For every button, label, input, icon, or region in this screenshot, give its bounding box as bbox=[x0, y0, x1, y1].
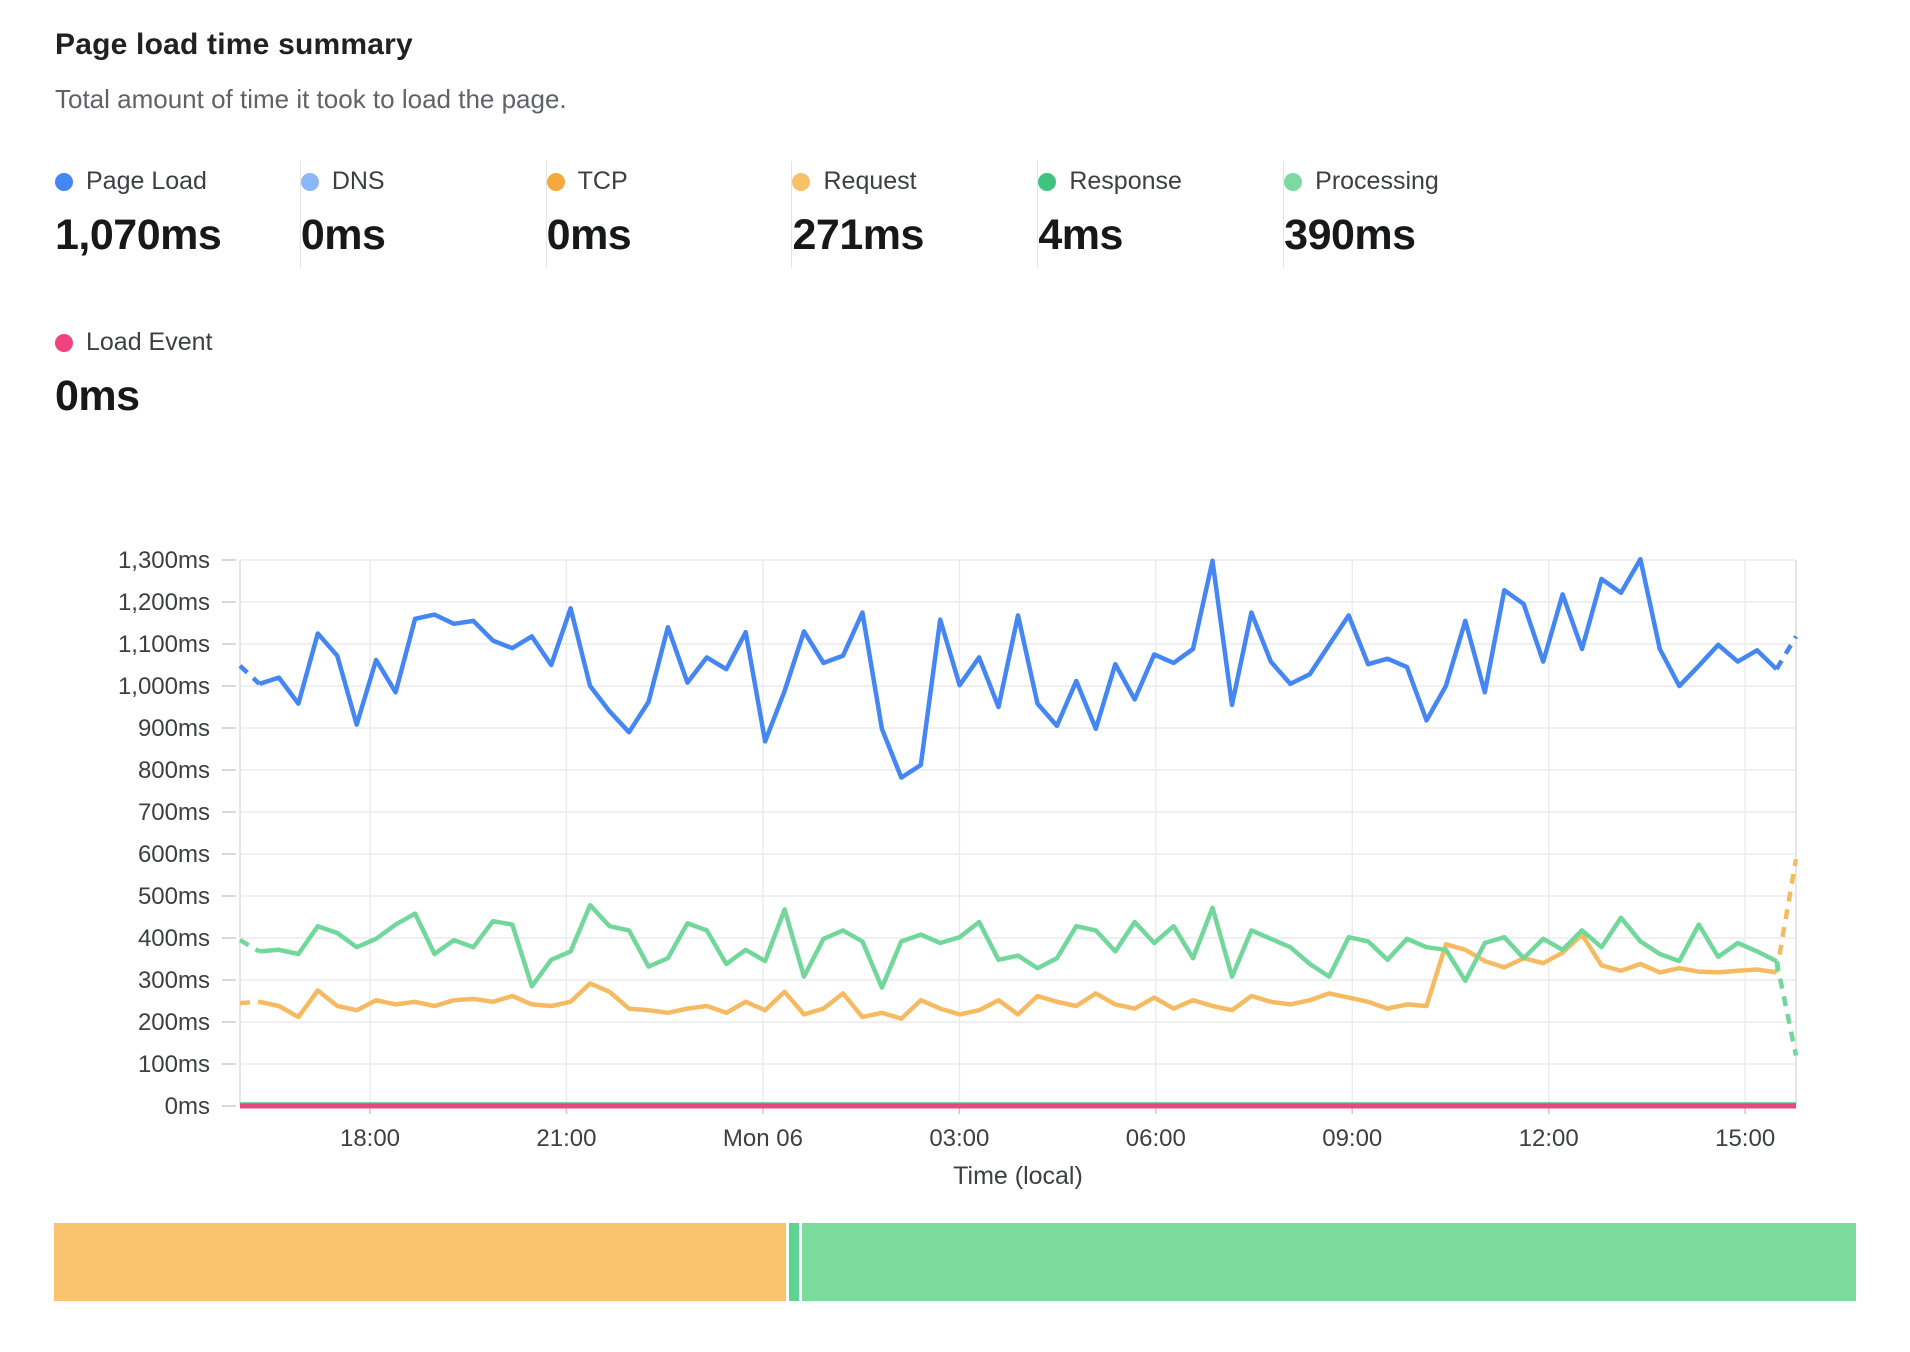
stat-tile-dns: DNS 0ms bbox=[301, 161, 547, 268]
stat-value: 4ms bbox=[1038, 211, 1283, 260]
stat-value: 0ms bbox=[301, 211, 546, 260]
stat-tile-response: Response 4ms bbox=[1038, 161, 1284, 268]
status-timeline-bar[interactable] bbox=[54, 1223, 1856, 1301]
legend-row: DNS bbox=[301, 167, 546, 196]
x-axis-tick-label: 21:00 bbox=[536, 1125, 596, 1152]
legend-row: Page Load bbox=[55, 167, 300, 196]
processing-legend-dot-icon bbox=[1284, 173, 1302, 191]
load-event-legend-dot-icon bbox=[55, 334, 73, 352]
bar-segment-warning-period[interactable] bbox=[54, 1223, 786, 1301]
stat-label: Page Load bbox=[86, 167, 207, 196]
y-axis-tick-label: 700ms bbox=[138, 799, 210, 826]
stat-label: Processing bbox=[1315, 167, 1439, 196]
stat-label: TCP bbox=[578, 167, 628, 196]
stat-tile-load-event: Load Event 0ms bbox=[55, 322, 1910, 429]
page-subtitle: Total amount of time it took to load the… bbox=[55, 84, 1855, 115]
y-axis-tick-label: 900ms bbox=[138, 715, 210, 742]
page-load-legend-dot-icon bbox=[55, 173, 73, 191]
dns-legend-dot-icon bbox=[301, 173, 319, 191]
y-axis-tick-label: 1,200ms bbox=[118, 589, 210, 616]
stat-label: DNS bbox=[332, 167, 385, 196]
y-axis-tick-label: 600ms bbox=[138, 841, 210, 868]
processing-line-dashed-start bbox=[240, 940, 259, 951]
y-axis-tick-label: 200ms bbox=[138, 1009, 210, 1036]
legend-row: Request bbox=[792, 167, 1037, 196]
page-load-line-dashed-start bbox=[240, 666, 259, 684]
request-line-dashed-start bbox=[240, 1002, 259, 1003]
y-axis-tick-label: 1,300ms bbox=[118, 547, 210, 574]
request-line-dashed-end bbox=[1777, 859, 1797, 972]
stats-row2: Load Event 0ms bbox=[55, 322, 1910, 429]
bar-segment-ok-sliver[interactable] bbox=[789, 1223, 799, 1301]
x-axis-tick-label: 09:00 bbox=[1322, 1125, 1382, 1152]
chart-section: 0ms 100ms 200ms 300ms 400ms 500ms 600ms 700ms 80… bbox=[0, 533, 1910, 1203]
stat-tile-request: Request 271ms bbox=[792, 161, 1038, 268]
legend-row: Processing bbox=[1284, 167, 1530, 196]
bar-segment-ok-period[interactable] bbox=[802, 1223, 1856, 1301]
response-legend-dot-icon bbox=[1038, 173, 1056, 191]
y-axis-tick-label: 0ms bbox=[165, 1093, 210, 1120]
page-load-line-dashed-end bbox=[1777, 636, 1797, 669]
stat-tile-page-load: Page Load 1,070ms bbox=[55, 161, 301, 268]
processing-line-dashed-end bbox=[1777, 961, 1797, 1056]
stat-value: 0ms bbox=[547, 211, 792, 260]
y-axis-tick-label: 800ms bbox=[138, 757, 210, 784]
x-axis-tick-label: 06:00 bbox=[1126, 1125, 1186, 1152]
stat-label: Response bbox=[1069, 167, 1182, 196]
legend-row: Load Event bbox=[55, 328, 1910, 357]
x-axis-tick-label: 03:00 bbox=[929, 1125, 989, 1152]
x-axis-tick-label: Mon 06 bbox=[723, 1125, 803, 1152]
x-axis-tick-label: 12:00 bbox=[1519, 1125, 1579, 1152]
y-axis-tick-label: 1,100ms bbox=[118, 631, 210, 658]
x-axis-title: Time (local) bbox=[953, 1162, 1083, 1190]
stat-tile-processing: Processing 390ms bbox=[1284, 161, 1530, 268]
request-legend-dot-icon bbox=[792, 173, 810, 191]
page-title: Page load time summary bbox=[55, 28, 1855, 62]
y-axis-tick-label: 500ms bbox=[138, 883, 210, 910]
stat-label: Request bbox=[823, 167, 916, 196]
stat-value: 390ms bbox=[1284, 211, 1530, 260]
stat-value: 271ms bbox=[792, 211, 1037, 260]
stats-grid: Page Load 1,070ms DNS 0ms TCP 0ms Request 271ms… bbox=[55, 161, 1910, 268]
tcp-legend-dot-icon bbox=[547, 173, 565, 191]
stat-label: Load Event bbox=[86, 328, 213, 357]
stat-value: 0ms bbox=[55, 372, 1910, 421]
stat-value: 1,070ms bbox=[55, 211, 300, 260]
y-axis-tick-label: 100ms bbox=[138, 1051, 210, 1078]
stat-tile-tcp: TCP 0ms bbox=[547, 161, 793, 268]
timeseries-chart[interactable]: 0ms 100ms 200ms 300ms 400ms 500ms 600ms 700ms 80… bbox=[20, 533, 1810, 1198]
y-axis-tick-label: 400ms bbox=[138, 925, 210, 952]
chart-header: Page load time summary Total amount of t… bbox=[0, 0, 1910, 115]
legend-row: Response bbox=[1038, 167, 1283, 196]
x-axis-tick-label: 18:00 bbox=[340, 1125, 400, 1152]
x-axis-tick-label: 15:00 bbox=[1715, 1125, 1775, 1152]
y-axis-tick-label: 300ms bbox=[138, 967, 210, 994]
y-axis-tick-label: 1,000ms bbox=[118, 673, 210, 700]
legend-row: TCP bbox=[547, 167, 792, 196]
